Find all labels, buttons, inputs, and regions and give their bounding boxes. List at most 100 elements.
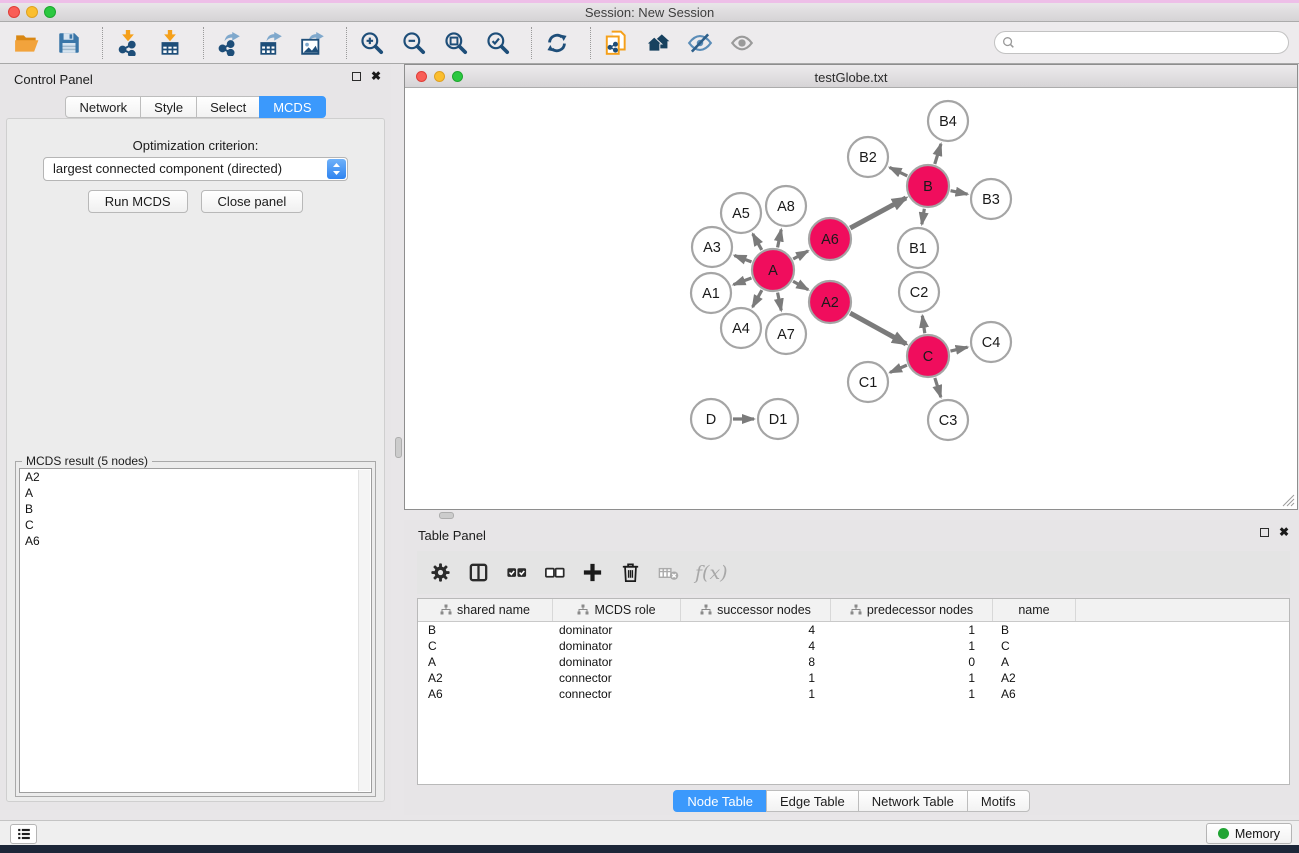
graph-edge-A-A5[interactable] [753,234,762,250]
tab-network-table[interactable]: Network Table [858,790,968,812]
graph-node-A[interactable]: A [752,249,794,291]
result-item[interactable]: A6 [20,533,371,549]
column-header-successor-nodes[interactable]: successor nodes [681,599,831,621]
add-column-icon[interactable] [581,561,604,584]
close-panel-icon[interactable]: ✖ [371,71,381,81]
graph-edge-A-A4[interactable] [753,290,762,307]
graph-node-A2[interactable]: A2 [809,281,851,323]
graph-node-A1[interactable]: A1 [691,273,731,313]
table-row[interactable]: Cdominator41C [418,638,1289,654]
graph-node-B2[interactable]: B2 [848,137,888,177]
graph-node-B4[interactable]: B4 [928,101,968,141]
graph-node-C3[interactable]: C3 [928,400,968,440]
table-row[interactable]: Bdominator41B [418,622,1289,638]
show-columns-icon[interactable] [467,561,490,584]
graph-node-C1[interactable]: C1 [848,362,888,402]
graph-edge-C-C3[interactable] [935,378,941,397]
zoom-selected-icon[interactable] [485,30,511,56]
column-header-mcds-role[interactable]: MCDS role [553,599,681,621]
tab-mcds[interactable]: MCDS [259,96,325,118]
search-box[interactable] [994,31,1289,54]
result-item[interactable]: B [20,501,371,517]
graph-node-B[interactable]: B [907,165,949,207]
result-item[interactable]: A2 [20,469,371,485]
graph-edge-A-A3[interactable] [734,255,751,261]
export-network-icon[interactable] [216,30,242,56]
table-row[interactable]: Adominator80A [418,654,1289,670]
graph-edge-C-C4[interactable] [950,347,967,351]
graph-node-D[interactable]: D [691,399,731,439]
import-network-icon[interactable] [115,30,141,56]
search-input[interactable] [1019,36,1288,50]
graph-edge-B-B2[interactable] [890,167,908,176]
graph-node-A5[interactable]: A5 [721,193,761,233]
delete-columns-icon[interactable] [619,561,642,584]
graph-edge-A-A1[interactable] [734,278,752,285]
tab-network[interactable]: Network [65,96,141,118]
tab-motifs[interactable]: Motifs [967,790,1030,812]
horizontal-scrollbar-thumb[interactable] [439,512,454,519]
memory-button[interactable]: Memory [1206,823,1292,844]
graph-edge-A-A8[interactable] [778,230,782,248]
graph-edge-A-A2[interactable] [793,281,808,290]
open-session-icon[interactable] [14,30,40,56]
table-row[interactable]: A6connector11A6 [418,686,1289,702]
graph-edge-A6-B[interactable] [850,198,906,228]
zoom-in-icon[interactable] [359,30,385,56]
graph-node-B1[interactable]: B1 [898,228,938,268]
show-all-icon[interactable] [729,30,755,56]
graph-edge-A2-C[interactable] [850,313,906,344]
first-neighbors-icon[interactable] [645,30,671,56]
save-session-icon[interactable] [56,30,82,56]
column-header-shared-name[interactable]: shared name [418,599,553,621]
select-all-columns-icon[interactable] [505,561,528,584]
function-builder-icon[interactable]: f(x) [695,562,728,584]
result-list-scrollbar[interactable] [358,470,370,791]
result-item[interactable]: C [20,517,371,533]
float-panel-icon[interactable] [352,72,361,81]
graph-node-C[interactable]: C [907,335,949,377]
window-resize-grip[interactable] [1282,494,1295,507]
export-image-icon[interactable] [300,30,326,56]
unselect-all-columns-icon[interactable] [543,561,566,584]
graph-edge-C-C1[interactable] [890,365,907,372]
close-panel-button[interactable]: Close panel [201,190,304,213]
graph-edge-B-B4[interactable] [935,144,941,164]
float-table-panel-icon[interactable] [1260,528,1269,537]
graph-edge-C-C2[interactable] [922,316,924,333]
optimization-criterion-select[interactable]: largest connected component (directed) [43,157,348,181]
tab-edge-table[interactable]: Edge Table [766,790,859,812]
graph-node-A8[interactable]: A8 [766,186,806,226]
graph-node-D1[interactable]: D1 [758,399,798,439]
zoom-fit-icon[interactable] [443,30,469,56]
table-settings-gear-icon[interactable] [429,561,452,584]
graph-edge-B-B3[interactable] [951,191,968,195]
graph-node-C2[interactable]: C2 [899,272,939,312]
graph-node-B3[interactable]: B3 [971,179,1011,219]
zoom-out-icon[interactable] [401,30,427,56]
graph-node-A3[interactable]: A3 [692,227,732,267]
network-canvas[interactable]: B4 B2 B B3 B1 A8A5 A6 A3 A A1 C2 A2 A4A7 C4 C C1 C3 D D1 [405,88,1297,509]
graph-node-A4[interactable]: A4 [721,308,761,348]
tab-style[interactable]: Style [140,96,197,118]
import-table-icon[interactable] [157,30,183,56]
result-item[interactable]: A [20,485,371,501]
run-mcds-button[interactable]: Run MCDS [88,190,188,213]
graph-node-A6[interactable]: A6 [809,218,851,260]
delete-table-icon[interactable] [657,561,680,584]
export-table-icon[interactable] [258,30,284,56]
column-header-name[interactable]: name [993,599,1076,621]
tab-select[interactable]: Select [196,96,260,118]
new-network-from-selection-icon[interactable] [603,30,629,56]
task-history-button[interactable] [10,824,37,844]
graph-edge-B-B1[interactable] [922,209,925,225]
close-table-panel-icon[interactable]: ✖ [1279,527,1289,537]
vertical-scrollbar-thumb[interactable] [395,437,402,458]
graph-edge-A-A7[interactable] [778,293,782,311]
refresh-icon[interactable] [544,30,570,56]
graph-edge-A-A6[interactable] [793,251,808,259]
tab-node-table[interactable]: Node Table [673,790,767,812]
graph-node-C4[interactable]: C4 [971,322,1011,362]
graph-node-A7[interactable]: A7 [766,314,806,354]
column-header-predecessor-nodes[interactable]: predecessor nodes [831,599,993,621]
